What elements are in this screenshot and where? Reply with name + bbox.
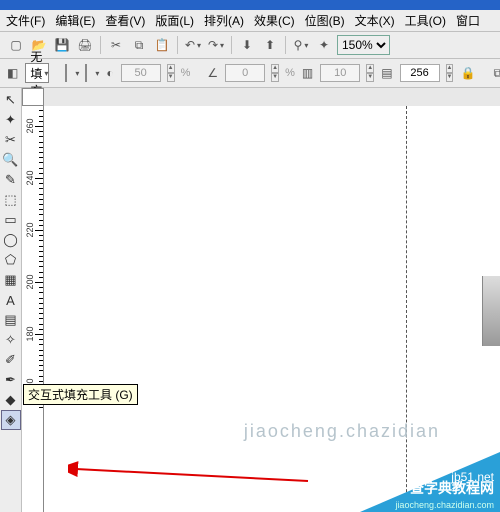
- pick-tool[interactable]: ↖: [1, 90, 21, 110]
- chevron-down-icon: ▾: [44, 69, 48, 78]
- zoom-select[interactable]: 150%: [337, 35, 390, 55]
- menu-arrange[interactable]: 排列(A): [204, 12, 244, 29]
- titlebar: [0, 0, 500, 10]
- copy-fill-button[interactable]: ⧉: [492, 63, 500, 83]
- crop-tool[interactable]: ✂: [1, 130, 21, 150]
- print-button[interactable]: 🖨: [75, 35, 95, 55]
- basic-shapes-tool[interactable]: ▦: [1, 270, 21, 290]
- separator: [100, 36, 101, 54]
- watermark-faded: jiaocheng.chazidian: [244, 421, 440, 442]
- separator: [285, 36, 286, 54]
- menubar: 文件(F) 编辑(E) 查看(V) 版面(L) 排列(A) 效果(C) 位图(B…: [0, 10, 500, 32]
- menu-bitmap[interactable]: 位图(B): [305, 12, 345, 29]
- menu-text[interactable]: 文本(X): [355, 12, 395, 29]
- menu-layout[interactable]: 版面(L): [155, 12, 194, 29]
- percent-label: %: [181, 67, 191, 79]
- midpoint-button[interactable]: ◐: [105, 63, 114, 83]
- angle-icon: ∠: [206, 63, 219, 83]
- percent-label: %: [285, 67, 295, 79]
- steps-icon: ▤: [380, 63, 393, 83]
- spinner[interactable]: ▲▼: [446, 64, 454, 82]
- rectangle-tool[interactable]: ▭: [1, 210, 21, 230]
- spinner[interactable]: ▲▼: [366, 64, 374, 82]
- lock-button[interactable]: 🔒: [459, 63, 476, 83]
- fill-type-select[interactable]: 无填充 ▾: [25, 63, 49, 83]
- from-color-swatch[interactable]: [65, 64, 67, 82]
- menu-file[interactable]: 文件(F): [6, 12, 45, 29]
- vertical-ruler[interactable]: 260240220200180160: [22, 106, 44, 512]
- shape-tool[interactable]: ✦: [1, 110, 21, 130]
- table-tool[interactable]: ▤: [1, 310, 21, 330]
- redo-button[interactable]: ↷▾: [206, 35, 226, 55]
- smart-fill-tool[interactable]: ⬚: [1, 190, 21, 210]
- midpoint-input[interactable]: [121, 64, 161, 82]
- object-cube[interactable]: [482, 276, 500, 346]
- spinner[interactable]: ▲▼: [167, 64, 175, 82]
- menu-tools[interactable]: 工具(O): [405, 12, 446, 29]
- chevron-down-icon: ▾: [95, 69, 99, 78]
- property-bar: ◧ 无填充 ▾ ▾ ▾ ◐ ▲▼ % ∠ ▲▼ % ▥ ▲▼ ▤ ▲▼ 🔒 ⧉: [0, 59, 500, 88]
- cut-button[interactable]: ✂: [106, 35, 126, 55]
- import-button[interactable]: ⬇: [237, 35, 257, 55]
- polygon-tool[interactable]: ⬠: [1, 250, 21, 270]
- save-button[interactable]: 💾: [52, 35, 72, 55]
- canvas-area: 140120100806040200 260240220200180160 ji…: [22, 88, 500, 512]
- separator: [177, 36, 178, 54]
- copy-button[interactable]: ⧉: [129, 35, 149, 55]
- zoom-tool[interactable]: 🔍: [1, 150, 21, 170]
- app-launcher-button[interactable]: ⚲▾: [291, 35, 311, 55]
- menu-view[interactable]: 查看(V): [105, 12, 145, 29]
- menu-effects[interactable]: 效果(C): [254, 12, 295, 29]
- paste-button[interactable]: 📋: [152, 35, 172, 55]
- interactive-fill-tool[interactable]: ◈: [1, 410, 21, 430]
- tool-tooltip: 交互式填充工具 (G): [23, 384, 138, 405]
- ellipse-tool[interactable]: ◯: [1, 230, 21, 250]
- steps-input[interactable]: [400, 64, 440, 82]
- freehand-tool[interactable]: ✎: [1, 170, 21, 190]
- menu-edit[interactable]: 编辑(E): [55, 12, 95, 29]
- annotation-arrow: [68, 459, 318, 489]
- standard-toolbar: ▢ 📂 💾 🖨 ✂ ⧉ 📋 ↶▾ ↷▾ ⬇ ⬆ ⚲▾ ✦ 150%: [0, 32, 500, 59]
- angle-input[interactable]: [225, 64, 265, 82]
- eyedropper-tool[interactable]: ✐: [1, 350, 21, 370]
- ruler-origin[interactable]: [22, 88, 44, 106]
- new-button[interactable]: ▢: [6, 35, 26, 55]
- edge-pad-icon: ▥: [301, 63, 314, 83]
- chevron-down-icon: ▾: [75, 69, 79, 78]
- fill-tool[interactable]: ◆: [1, 390, 21, 410]
- export-button[interactable]: ⬆: [260, 35, 280, 55]
- outline-tool[interactable]: ✒: [1, 370, 21, 390]
- canvas[interactable]: jiaocheng.chazidian jb51.net 查字典教程网 jiao…: [44, 106, 500, 512]
- pad-left-input[interactable]: [320, 64, 360, 82]
- separator: [231, 36, 232, 54]
- blend-tool[interactable]: ✧: [1, 330, 21, 350]
- to-color-swatch[interactable]: [85, 64, 87, 82]
- welcome-button[interactable]: ✦: [314, 35, 334, 55]
- workspace: ↖ ✦ ✂ 🔍 ✎ ⬚ ▭ ◯ ⬠ ▦ A ▤ ✧ ✐ ✒ ◆ ◈ 140120…: [0, 88, 500, 512]
- toolbox: ↖ ✦ ✂ 🔍 ✎ ⬚ ▭ ◯ ⬠ ▦ A ▤ ✧ ✐ ✒ ◆ ◈: [0, 88, 22, 512]
- text-tool[interactable]: A: [1, 290, 21, 310]
- menu-window[interactable]: 窗口: [456, 12, 480, 29]
- undo-button[interactable]: ↶▾: [183, 35, 203, 55]
- spinner[interactable]: ▲▼: [271, 64, 279, 82]
- edit-fill-button[interactable]: ◧: [6, 63, 19, 83]
